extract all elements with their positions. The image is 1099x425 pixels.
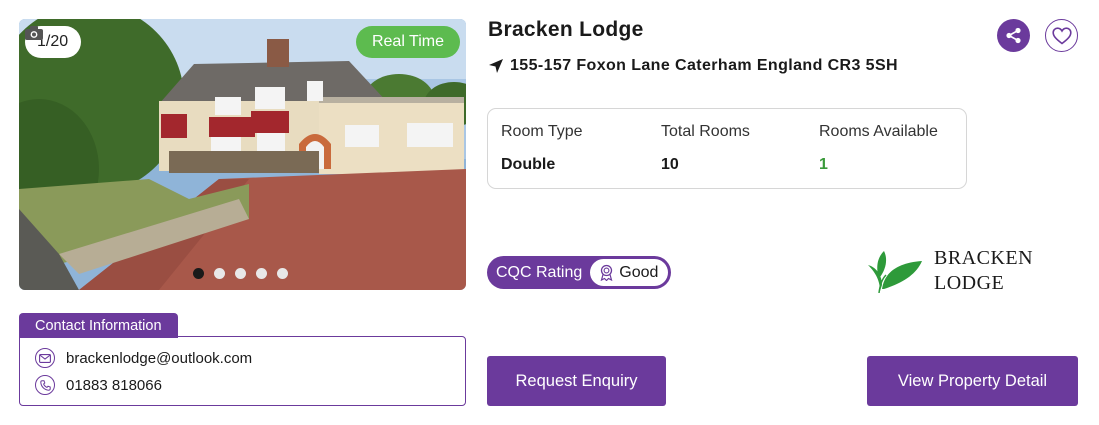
email-icon: [35, 348, 55, 368]
photo-counter: 1/20: [25, 26, 82, 58]
contact-email[interactable]: brackenlodge@outlook.com: [66, 350, 252, 367]
cqc-rating-badge: Good: [590, 259, 669, 286]
contact-email-row[interactable]: brackenlodge@outlook.com: [35, 348, 252, 368]
cqc-rating-value: Good: [619, 263, 659, 281]
property-name: Bracken Lodge: [488, 18, 644, 41]
phone-icon: [35, 375, 55, 395]
logo-line-1: BRACKEN: [934, 247, 1034, 269]
leaf-logo-icon: [868, 251, 922, 293]
room-type-header: Room Type: [501, 123, 583, 140]
contact-information-box: brackenlodge@outlook.com 01883 818066: [19, 336, 466, 406]
real-time-badge: Real Time: [355, 26, 460, 58]
house-image: [19, 19, 466, 290]
contact-phone-row[interactable]: 01883 818066: [35, 375, 162, 395]
favorite-button[interactable]: [1045, 19, 1078, 52]
view-property-detail-button[interactable]: View Property Detail: [867, 356, 1078, 406]
heart-icon: [1051, 26, 1072, 45]
carousel-dot[interactable]: [214, 268, 225, 279]
property-photo[interactable]: 1/20 Real Time: [19, 19, 466, 290]
carousel-dot[interactable]: [277, 268, 288, 279]
total-rooms-value: 10: [661, 156, 679, 173]
bracken-lodge-logo: BRACKEN LODGE: [866, 246, 1033, 296]
location-arrow-icon: [489, 59, 503, 73]
contact-information-title: Contact Information: [19, 313, 178, 338]
carousel-dot[interactable]: [193, 268, 204, 279]
logo-wordmark: BRACKEN LODGE: [934, 246, 1033, 296]
rooms-summary: Room Type Total Rooms Rooms Available Do…: [487, 108, 967, 189]
award-icon: [600, 264, 613, 281]
carousel-dot[interactable]: [256, 268, 267, 279]
carousel-dots: [193, 268, 288, 279]
carousel-dot[interactable]: [235, 268, 246, 279]
logo-line-2: LODGE: [934, 272, 1005, 294]
contact-phone[interactable]: 01883 818066: [66, 377, 162, 394]
cqc-label: CQC Rating: [496, 263, 583, 281]
camera-icon: [25, 26, 43, 40]
share-button[interactable]: [997, 19, 1030, 52]
cqc-rating: CQC Rating Good: [487, 256, 672, 289]
room-type-value: Double: [501, 156, 556, 173]
property-address: 155-157 Foxon Lane Caterham England CR3 …: [488, 57, 898, 75]
address-text: 155-157 Foxon Lane Caterham England CR3 …: [510, 57, 898, 74]
request-enquiry-button[interactable]: Request Enquiry: [487, 356, 666, 406]
rooms-available-value: 1: [819, 156, 828, 173]
rooms-available-header: Rooms Available: [819, 123, 938, 140]
total-rooms-header: Total Rooms: [661, 123, 750, 140]
share-icon: [1006, 27, 1021, 44]
